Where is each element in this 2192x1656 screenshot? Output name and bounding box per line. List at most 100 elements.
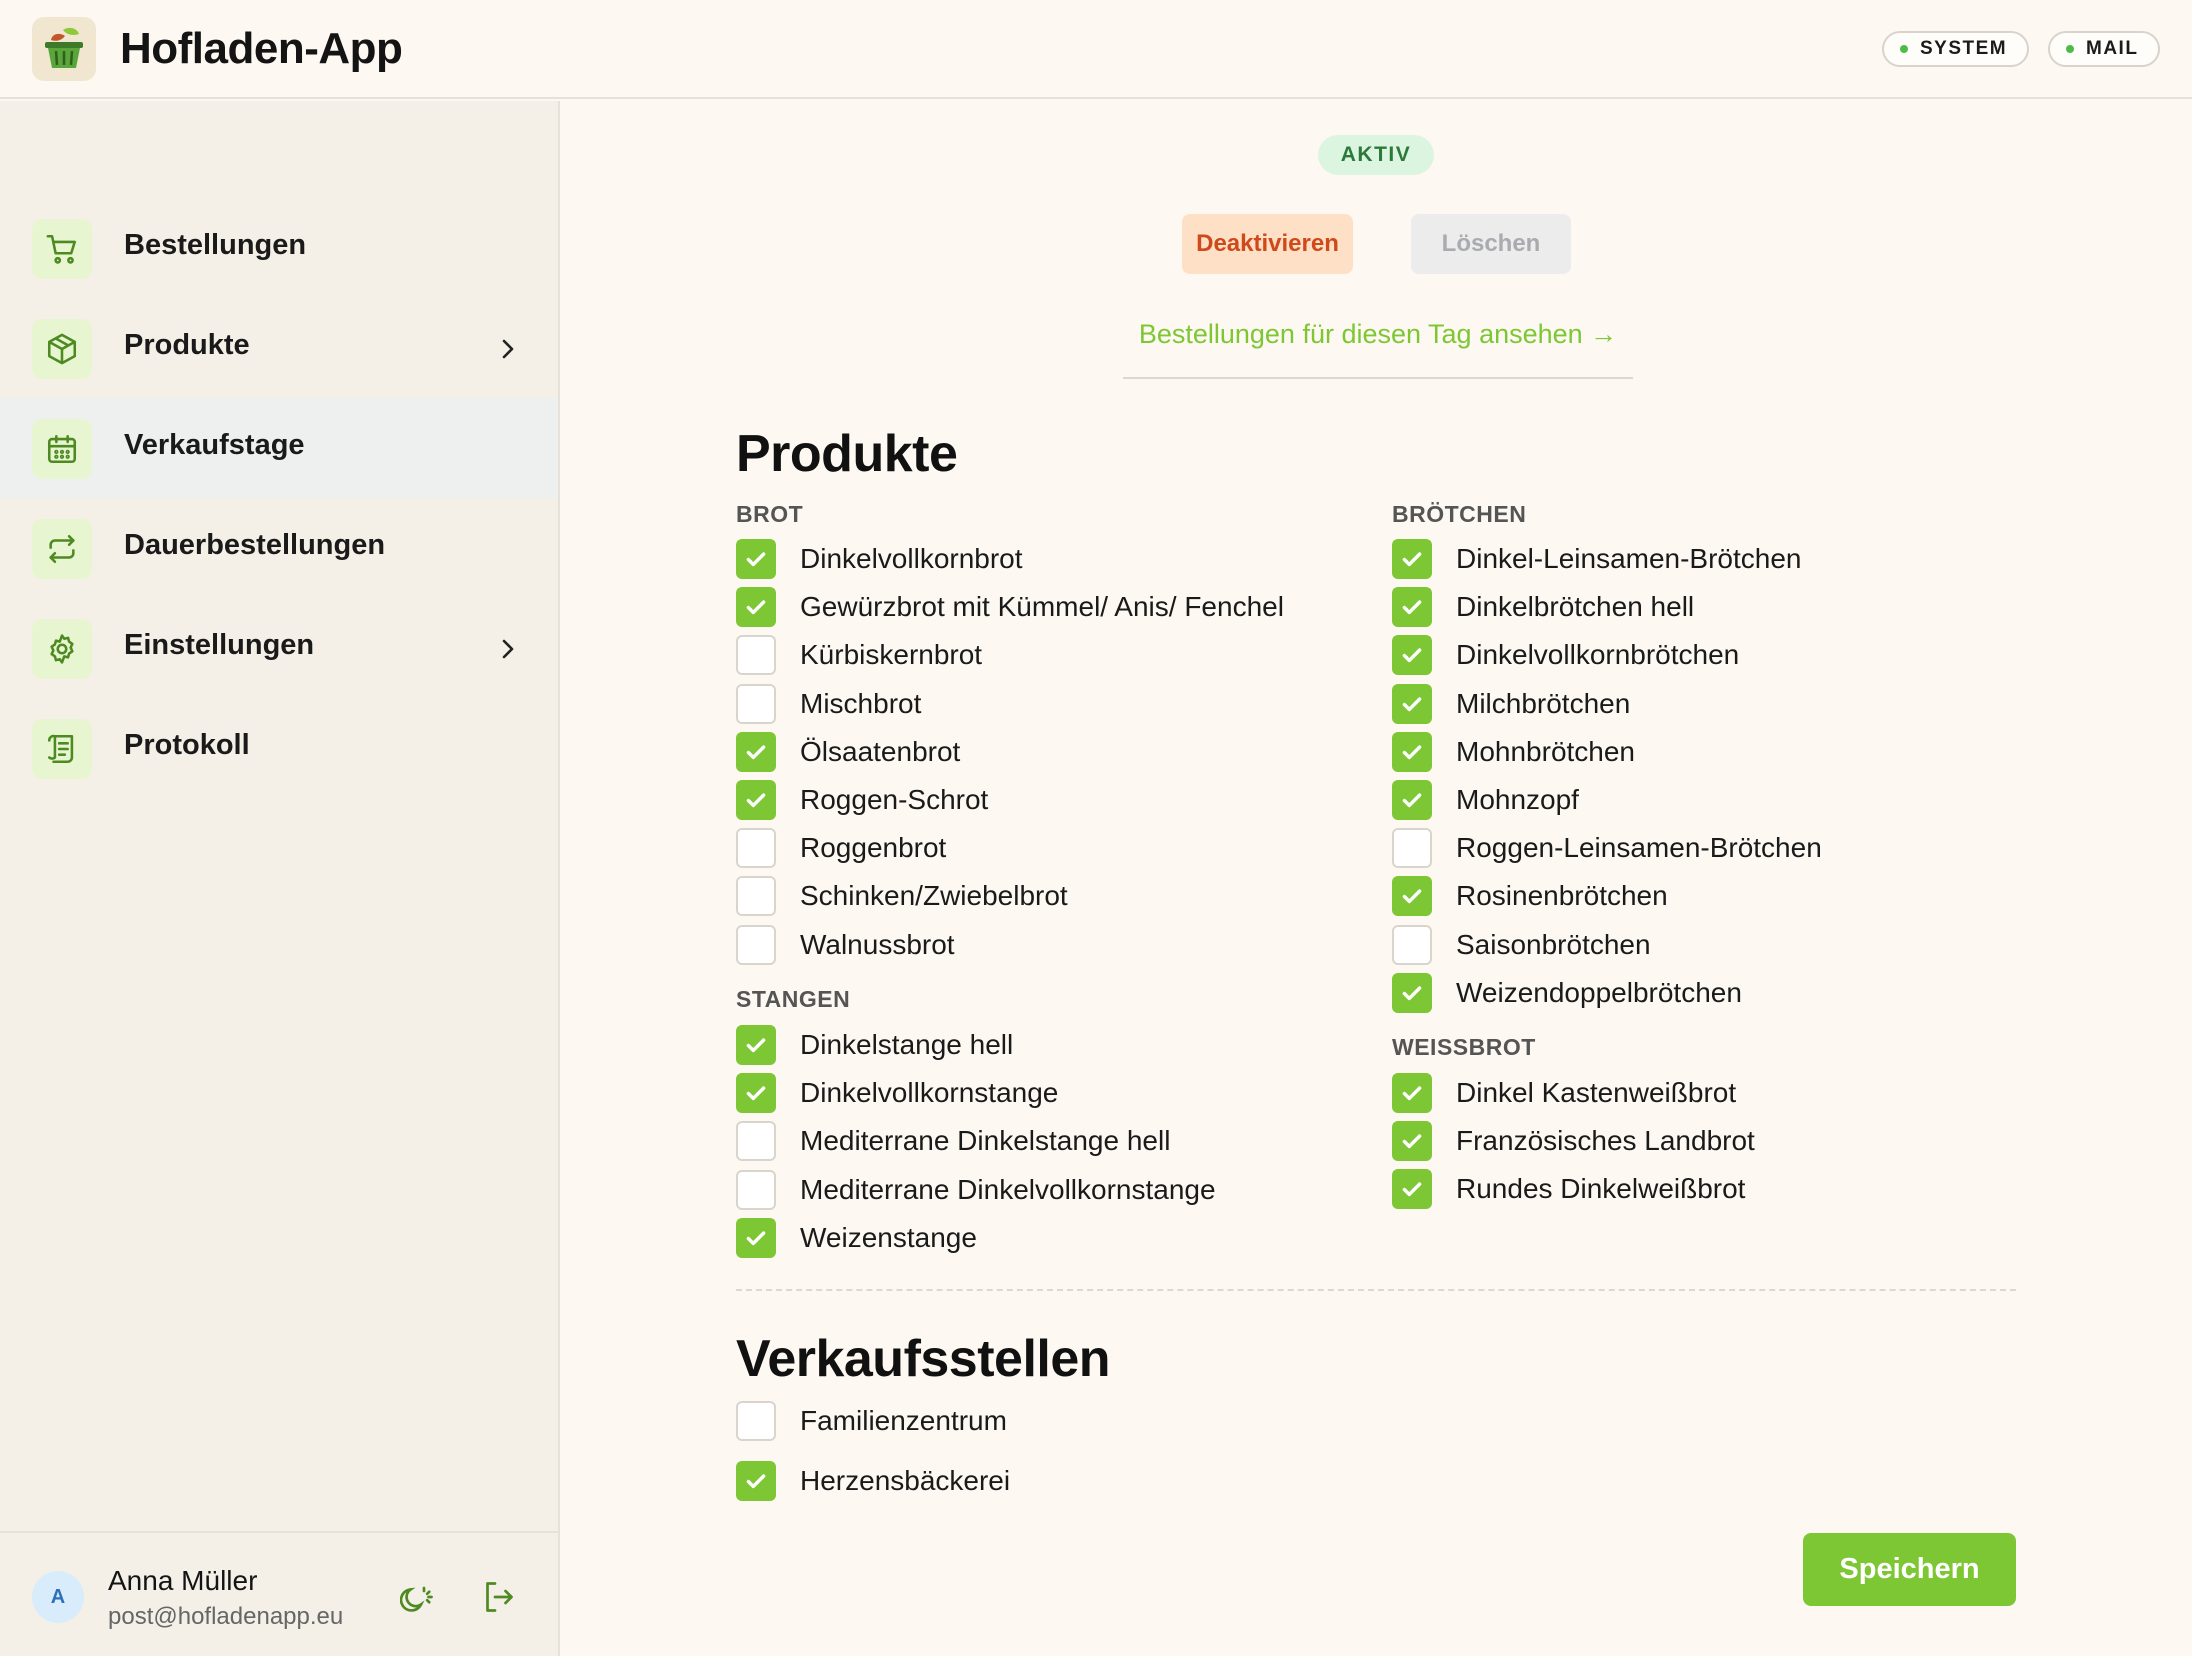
checkbox-checked[interactable]	[1392, 1169, 1432, 1210]
checkbox-unchecked[interactable]	[736, 828, 776, 869]
checkbox-row-franzoesisches-landbrot[interactable]: Französisches Landbrot	[1392, 1121, 1755, 1162]
repeat-icon	[32, 519, 92, 579]
checkbox-checked[interactable]	[1392, 1073, 1432, 1113]
checkbox-row-dinkelbroetchen-hell[interactable]: Dinkelbrötchen hell	[1392, 587, 1694, 628]
group-title-brot: BROT	[736, 501, 804, 527]
checkbox-checked[interactable]	[1392, 587, 1432, 628]
cart-icon	[32, 219, 92, 279]
checkbox-checked[interactable]	[736, 780, 776, 820]
box-icon	[32, 319, 92, 379]
checkbox-row-dinkel-leinsamen-broetchen[interactable]: Dinkel-Leinsamen-Brötchen	[1392, 539, 1802, 579]
checkbox-label: Kürbiskernbrot	[800, 639, 983, 671]
checkbox-label: Herzensbäckerei	[800, 1465, 1011, 1496]
logout-icon[interactable]	[478, 1577, 518, 1617]
checkbox-label: Rosinenbrötchen	[1456, 880, 1668, 912]
basket-icon[interactable]	[32, 17, 96, 81]
checkbox-checked[interactable]	[736, 1073, 776, 1114]
checkbox-checked[interactable]	[1392, 780, 1432, 820]
checkbox-row-mischbrot[interactable]: Mischbrot	[736, 683, 921, 724]
day-orders-link[interactable]: Bestellungen für diesen Tag ansehen →	[1123, 319, 1633, 350]
checkbox-unchecked[interactable]	[736, 1169, 776, 1210]
checkbox-checked[interactable]	[736, 539, 776, 579]
checkbox-checked[interactable]	[1392, 1121, 1432, 1162]
sidebar-item-produkte[interactable]: Produkte	[0, 298, 558, 398]
checkbox-row-familienzentrum[interactable]: Familienzentrum	[736, 1401, 1007, 1441]
checkbox-row-gewuerzbrot-mit-kuemmel-anis-fenchel[interactable]: Gewürzbrot mit Kümmel/ Anis/ Fenchel	[736, 587, 1284, 628]
checkbox-label: Dinkel-Leinsamen-Brötchen	[1456, 543, 1802, 574]
sidebar-item-verkaufstage[interactable]: Verkaufstage	[0, 398, 558, 498]
checkbox-checked[interactable]	[1392, 876, 1432, 917]
checkbox-row-mediterrane-dinkelstange-hell[interactable]: Mediterrane Dinkelstange hell	[736, 1121, 1170, 1162]
checkbox-checked[interactable]	[736, 1217, 776, 1258]
checkbox-row-herzensbaeckerei[interactable]: Herzensbäckerei	[736, 1461, 1010, 1501]
checkbox-row-mohnzopf[interactable]: Mohnzopf	[1392, 780, 1579, 820]
checkbox-label: Walnussbrot	[800, 928, 955, 960]
checkbox-row-mohnbroetchen[interactable]: Mohnbrötchen	[1392, 731, 1635, 772]
sidebar-item-label: Verkaufstage	[124, 429, 305, 461]
sidebar-item-einstellungen[interactable]: Einstellungen	[0, 598, 558, 698]
checkbox-row-kuerbiskernbrot[interactable]: Kürbiskernbrot	[736, 635, 983, 676]
sidebar-item-label: Dauerbestellungen	[124, 529, 386, 561]
checkbox-row-roggen-schrot[interactable]: Roggen-Schrot	[736, 780, 988, 820]
group-title-stangen: STANGEN	[736, 986, 851, 1012]
checkbox-checked[interactable]	[1392, 731, 1432, 772]
checkbox-row-dinkelvollkornbrot[interactable]: Dinkelvollkornbrot	[736, 539, 1023, 579]
checkbox-label: Dinkelvollkornbrötchen	[1456, 639, 1740, 671]
checkbox-label: Dinkelvollkornbrot	[800, 543, 1023, 574]
checkbox-row-mediterrane-dinkelvollkornstange[interactable]: Mediterrane Dinkelvollkornstange	[736, 1169, 1216, 1210]
system-status-pill[interactable]: SYSTEM	[1882, 31, 2029, 67]
checkbox-row-roggenbrot[interactable]: Roggenbrot	[736, 828, 946, 869]
calendar-icon	[32, 419, 92, 479]
checkbox-row-milchbroetchen[interactable]: Milchbrötchen	[1392, 683, 1630, 724]
chevron-right-icon[interactable]	[496, 631, 520, 667]
checkbox-label: Familienzentrum	[800, 1405, 1007, 1436]
delete-button[interactable]: Löschen	[1411, 214, 1571, 274]
checkbox-checked[interactable]	[736, 587, 776, 628]
sidebar-item-protokoll[interactable]: Protokoll	[0, 698, 558, 798]
checkbox-label: Schinken/Zwiebelbrot	[800, 880, 1068, 912]
checkbox-row-dinkelvollkornstange[interactable]: Dinkelvollkornstange	[736, 1073, 1058, 1114]
theme-toggle-icon[interactable]	[398, 1577, 438, 1617]
checkbox-row-roggen-leinsamen-broetchen[interactable]: Roggen-Leinsamen-Brötchen	[1392, 828, 1822, 869]
app-title: Hofladen-App	[120, 24, 403, 73]
checkbox-row-weizenstange[interactable]: Weizenstange	[736, 1217, 977, 1258]
checkbox-unchecked[interactable]	[736, 635, 776, 676]
checkbox-unchecked[interactable]	[736, 1121, 776, 1162]
user-name: Anna Müller	[108, 1565, 258, 1596]
checkbox-checked[interactable]	[736, 1461, 776, 1501]
checkbox-unchecked[interactable]	[736, 683, 776, 724]
checkbox-row-weizendoppelbroetchen[interactable]: Weizendoppelbrötchen	[1392, 972, 1742, 1013]
checkbox-unchecked[interactable]	[1392, 924, 1432, 965]
checkbox-checked[interactable]	[736, 731, 776, 772]
checkbox-row-rundes-dinkelweissbrot[interactable]: Rundes Dinkelweißbrot	[1392, 1169, 1745, 1210]
checkbox-row-rosinenbroetchen[interactable]: Rosinenbrötchen	[1392, 876, 1668, 917]
sidebar-item-bestellungen[interactable]: Bestellungen	[0, 198, 558, 298]
checkbox-row-saisonbroetchen[interactable]: Saisonbrötchen	[1392, 924, 1651, 965]
checkbox-checked[interactable]	[736, 1025, 776, 1065]
checkbox-unchecked[interactable]	[736, 924, 776, 965]
checkbox-row-oelsaatenbrot[interactable]: Ölsaatenbrot	[736, 731, 960, 772]
sidebar: Bestellungen Produkte Verkaufstage Dauer…	[0, 101, 560, 1656]
chevron-right-icon[interactable]	[496, 331, 520, 367]
checkbox-unchecked[interactable]	[736, 1401, 776, 1441]
checkbox-row-dinkelstange-hell[interactable]: Dinkelstange hell	[736, 1025, 1013, 1065]
gear-icon	[32, 619, 92, 679]
mail-status-pill[interactable]: MAIL	[2048, 31, 2160, 67]
checkbox-row-schinken-zwiebelbrot[interactable]: Schinken/Zwiebelbrot	[736, 876, 1068, 917]
checkbox-label: Dinkel Kastenweißbrot	[1456, 1077, 1737, 1108]
checkbox-row-dinkel-kastenweissbrot[interactable]: Dinkel Kastenweißbrot	[1392, 1073, 1736, 1113]
avatar[interactable]: A	[32, 1571, 84, 1623]
save-button[interactable]: Speichern	[1803, 1533, 2016, 1606]
checkbox-label: Dinkelstange hell	[800, 1029, 1014, 1060]
checkbox-checked[interactable]	[1392, 539, 1432, 579]
deactivate-button[interactable]: Deaktivieren	[1182, 214, 1353, 274]
checkbox-unchecked[interactable]	[736, 876, 776, 917]
sidebar-item-dauerbestellungen[interactable]: Dauerbestellungen	[0, 498, 558, 598]
checkbox-checked[interactable]	[1392, 683, 1432, 724]
checkbox-checked[interactable]	[1392, 972, 1432, 1013]
checkbox-unchecked[interactable]	[1392, 828, 1432, 869]
section-divider	[736, 1289, 2016, 1291]
checkbox-row-walnussbrot[interactable]: Walnussbrot	[736, 924, 955, 965]
checkbox-row-dinkelvollkornbroetchen[interactable]: Dinkelvollkornbrötchen	[1392, 635, 1740, 676]
checkbox-checked[interactable]	[1392, 635, 1432, 676]
